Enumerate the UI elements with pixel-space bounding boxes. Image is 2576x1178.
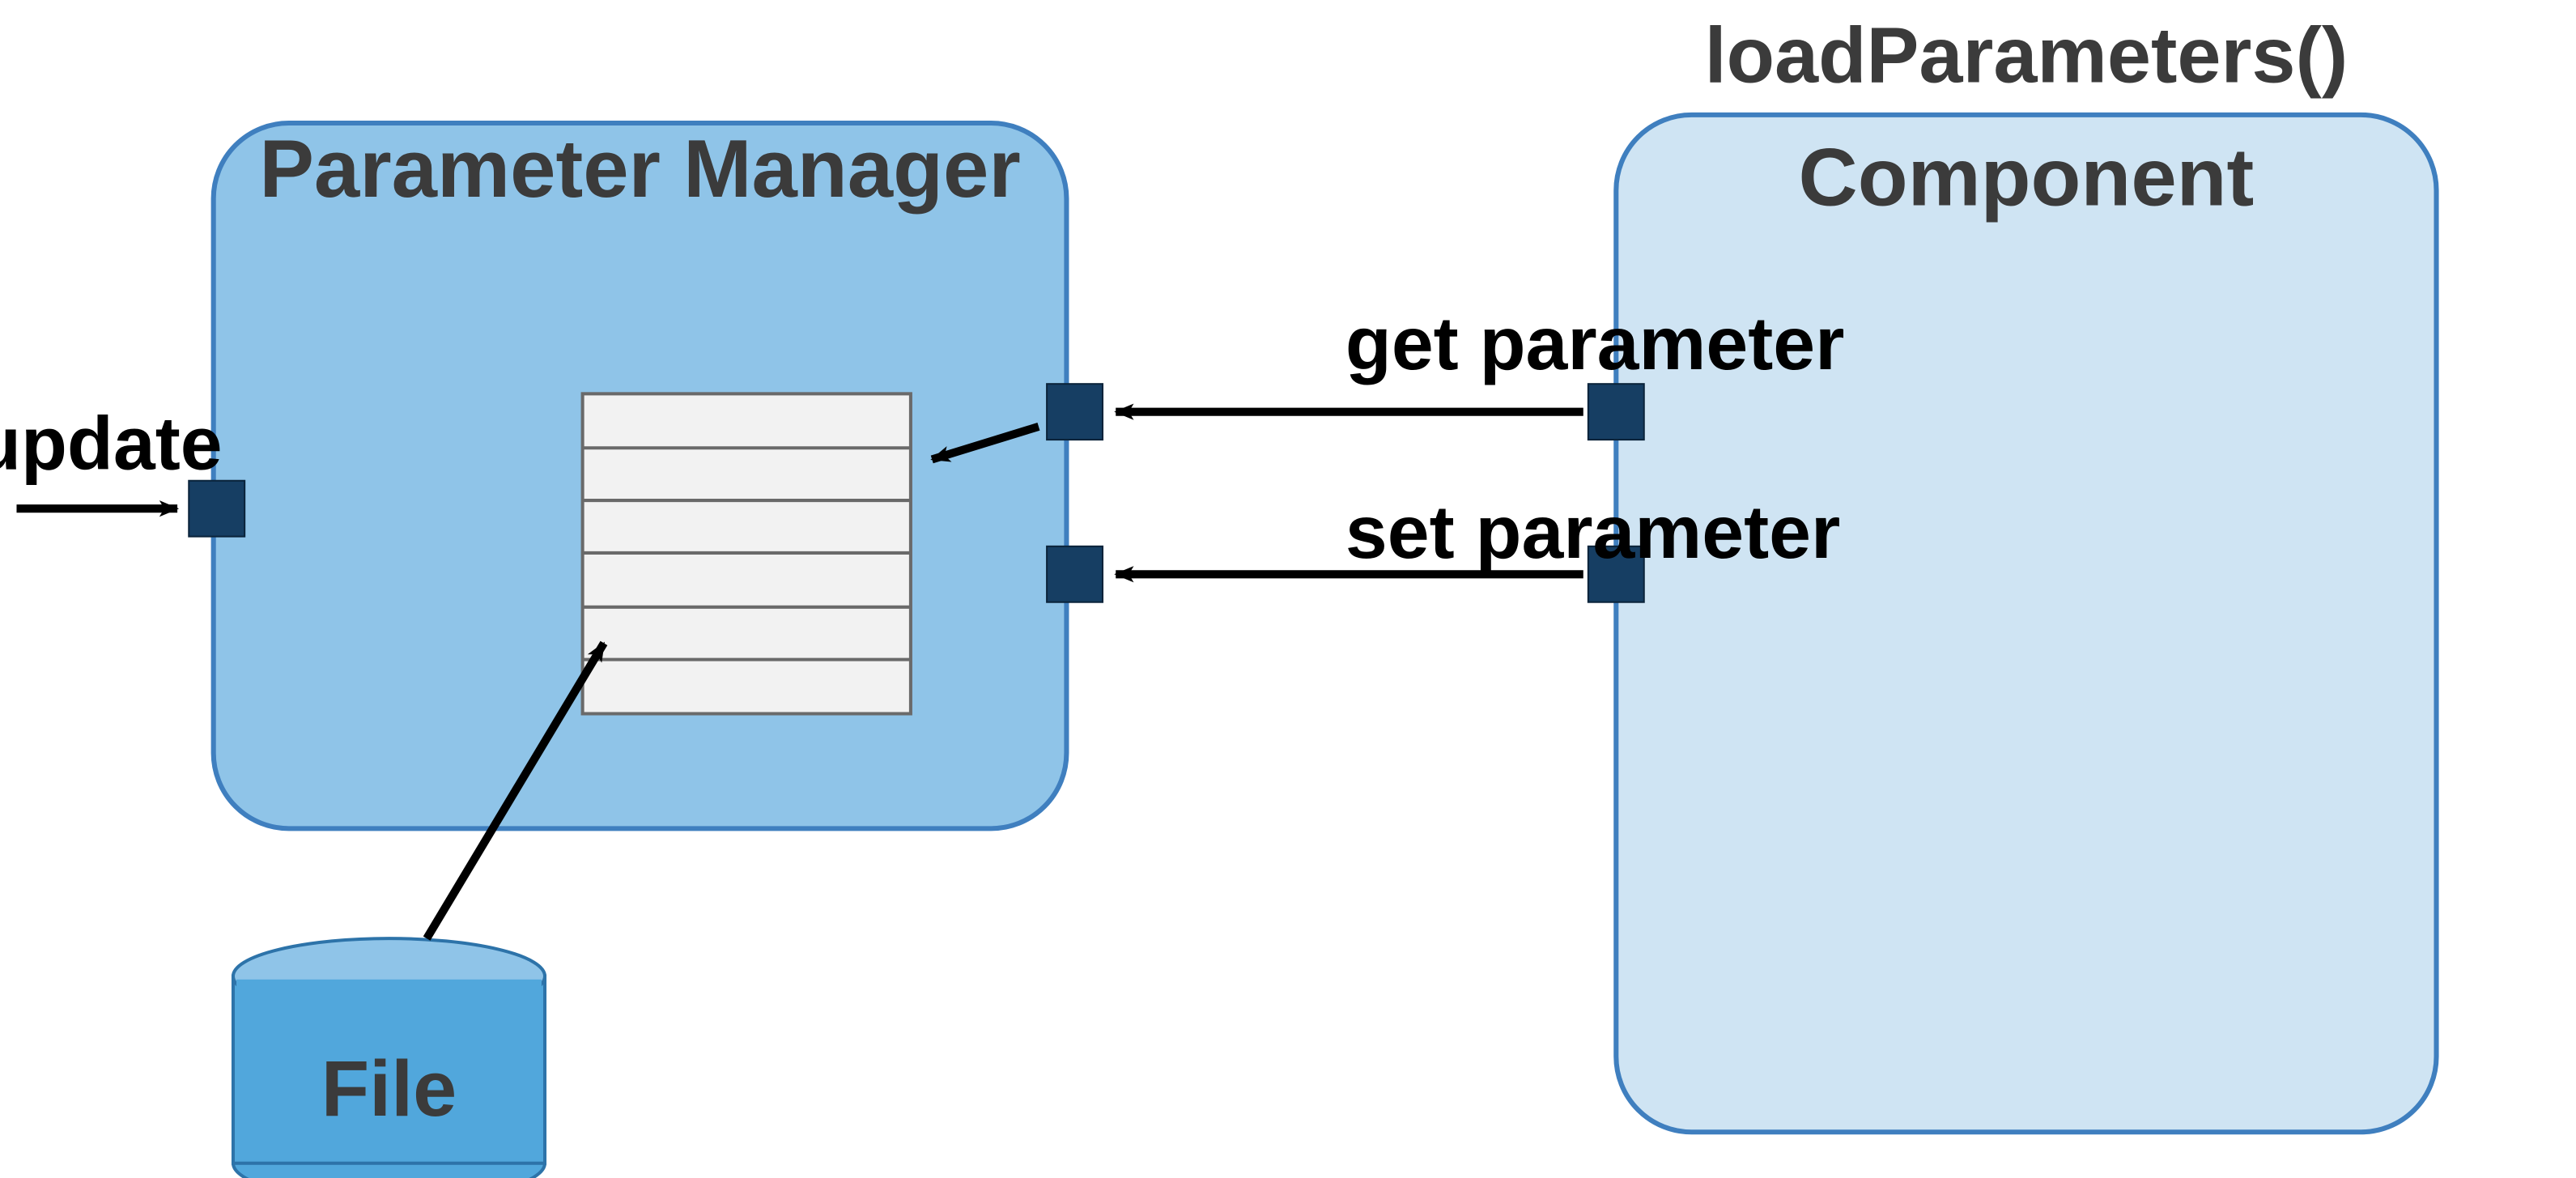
component-caption: loadParameters() xyxy=(1705,11,2349,99)
component-title: Component xyxy=(1799,131,2255,223)
architecture-diagram: Parameter Manager loadParameters() Compo… xyxy=(0,0,2576,1178)
parameter-manager-node: Parameter Manager xyxy=(214,123,1067,828)
parameter-manager-title: Parameter Manager xyxy=(259,123,1020,215)
edge-set-parameter: set parameter xyxy=(1116,490,1840,574)
edge-update-label: update xyxy=(0,402,223,486)
port-pm-update xyxy=(189,481,244,537)
port-pm-get xyxy=(1047,384,1103,440)
file-title: File xyxy=(321,1044,457,1133)
edge-get-parameter-label: get parameter xyxy=(1345,301,1844,385)
file-node: File xyxy=(233,938,545,1178)
port-comp-get xyxy=(1588,384,1644,440)
edge-set-parameter-label: set parameter xyxy=(1345,490,1840,574)
parameter-table-icon xyxy=(583,393,911,713)
port-pm-set xyxy=(1047,546,1103,602)
